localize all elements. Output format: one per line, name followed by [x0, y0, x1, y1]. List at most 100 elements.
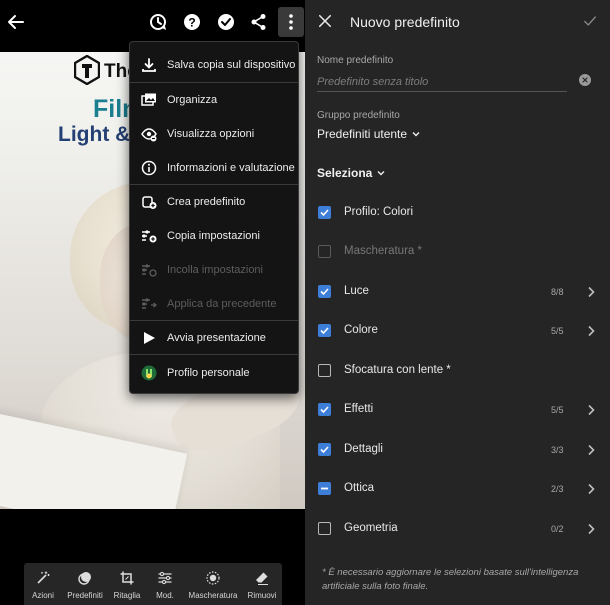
chevron-right-icon[interactable]: [586, 444, 596, 456]
photo-title-line2: Light &: [58, 123, 131, 146]
option-count: 5/5: [551, 405, 564, 415]
top-bar: ?: [0, 0, 305, 44]
chevron-right-icon[interactable]: [586, 286, 596, 298]
select-dropdown[interactable]: Seleziona: [317, 166, 385, 180]
copy-settings-icon: [140, 227, 158, 245]
menu-item-label: Copia impostazioni: [167, 230, 260, 242]
menu-item-paste-settings: Incolla impostazioni: [130, 253, 298, 287]
menu-item-copy-settings[interactable]: Copia impostazioni: [130, 219, 298, 253]
option-row-geometry[interactable]: Geometria 0/2: [305, 516, 610, 542]
menu-item-label: Organizza: [167, 94, 218, 106]
photo-editor-pane: ? The Filn Light & Salva copia sul dispo…: [0, 0, 305, 605]
option-count: 2/3: [551, 484, 564, 494]
option-label: Mascheratura *: [344, 245, 422, 257]
tool-crop[interactable]: Ritaglia: [112, 563, 142, 605]
share-icon[interactable]: [247, 10, 271, 34]
option-label: Luce: [344, 285, 369, 297]
menu-item-label: Applica da precedente: [167, 298, 277, 310]
menu-item-apply-previous: Applica da precedente: [130, 287, 298, 321]
clear-input-icon[interactable]: [579, 74, 591, 86]
option-row-light[interactable]: Luce 8/8: [305, 279, 610, 305]
chevron-right-icon[interactable]: [586, 325, 596, 337]
option-count: 0/2: [551, 524, 564, 534]
tool-masking[interactable]: Mascheratura: [188, 563, 238, 605]
menu-item-save-copy[interactable]: Salva copia sul dispositivo: [130, 48, 298, 82]
tool-presets[interactable]: Predefiniti: [66, 563, 104, 605]
help-icon[interactable]: ?: [180, 10, 204, 34]
menu-item-label: Crea predefinito: [167, 196, 246, 208]
apply-previous-icon: [140, 295, 158, 313]
option-row-profile[interactable]: Profilo: Colori: [305, 200, 610, 226]
panel-title: Nuovo predefinito: [350, 14, 460, 30]
create-preset-icon: [140, 193, 158, 211]
menu-item-slideshow[interactable]: Avvia presentazione: [130, 321, 298, 355]
checkbox-checked[interactable]: [318, 285, 331, 298]
done-check-icon[interactable]: [214, 10, 238, 34]
option-row-effects[interactable]: Effetti 5/5: [305, 397, 610, 423]
info-icon: [140, 159, 158, 177]
checkbox-disabled: [318, 245, 331, 258]
menu-item-label: Avvia presentazione: [167, 332, 266, 344]
tool-actions[interactable]: Azioni: [28, 563, 58, 605]
option-row-details[interactable]: Dettagli 3/3: [305, 437, 610, 463]
organize-icon: [140, 91, 158, 109]
option-label: Profilo: Colori: [344, 206, 414, 218]
preset-name-label: Nome predefinito: [317, 55, 394, 66]
option-count: 8/8: [551, 287, 564, 297]
eraser-icon: [254, 570, 270, 586]
masking-icon: [205, 570, 221, 586]
chevron-down-icon: [377, 171, 385, 176]
tool-label: Ritaglia: [113, 591, 141, 600]
option-row-masking: Mascheratura *: [305, 239, 610, 265]
menu-item-create-preset[interactable]: Crea predefinito: [130, 185, 298, 219]
checkbox-checked[interactable]: [318, 403, 331, 416]
magic-wand-icon: [35, 570, 51, 586]
tool-label: Rimuovi: [247, 591, 277, 600]
preset-name-input[interactable]: [317, 72, 567, 92]
checkbox-checked[interactable]: [318, 324, 331, 337]
menu-item-profile[interactable]: Profilo personale: [130, 356, 298, 390]
menu-item-organize[interactable]: Organizza: [130, 83, 298, 117]
menu-item-info-rating[interactable]: Informazioni e valutazione: [130, 151, 298, 185]
back-arrow-icon[interactable]: [4, 10, 28, 34]
menu-item-view-options[interactable]: Visualizza opzioni: [130, 117, 298, 151]
confirm-check-icon[interactable]: [580, 11, 600, 31]
chevron-right-icon[interactable]: [586, 404, 596, 416]
option-count: 3/3: [551, 445, 564, 455]
menu-divider: [130, 354, 298, 355]
checkbox-checked[interactable]: [318, 206, 331, 219]
more-options-menu: Salva copia sul dispositivo Organizza Vi…: [129, 41, 299, 394]
more-options-icon[interactable]: [278, 7, 304, 37]
tool-edit[interactable]: Mod.: [150, 563, 180, 605]
preset-group-value: Predefiniti utente: [317, 127, 408, 141]
paste-settings-icon: [140, 261, 158, 279]
menu-item-label: Profilo personale: [167, 367, 250, 379]
sliders-icon: [157, 570, 173, 586]
chevron-right-icon[interactable]: [586, 523, 596, 535]
presets-icon: [77, 570, 93, 586]
menu-item-label: Informazioni e valutazione: [167, 162, 295, 174]
option-row-color[interactable]: Colore 5/5: [305, 318, 610, 344]
option-label: Sfocatura con lente *: [344, 364, 451, 376]
checkbox-unchecked[interactable]: [318, 522, 331, 535]
option-row-lens-blur[interactable]: Sfocatura con lente *: [305, 358, 610, 384]
option-label: Effetti: [344, 403, 374, 415]
edit-toolbar: Azioni Predefiniti Ritaglia Mod. Mascher…: [24, 563, 282, 605]
option-count: 5/5: [551, 326, 564, 336]
new-preset-panel: Nuovo predefinito Nome predefinito Grupp…: [305, 0, 610, 605]
checkbox-partial[interactable]: [318, 482, 331, 495]
chevron-right-icon[interactable]: [586, 483, 596, 495]
play-icon: [140, 329, 158, 347]
tool-remove[interactable]: Rimuovi: [246, 563, 278, 605]
preset-group-label: Gruppo predefinito: [317, 110, 400, 121]
preset-group-dropdown[interactable]: Predefiniti utente: [317, 127, 420, 141]
checkbox-unchecked[interactable]: [318, 364, 331, 377]
close-icon[interactable]: [315, 11, 335, 31]
checkbox-checked[interactable]: [318, 443, 331, 456]
history-icon[interactable]: [146, 10, 170, 34]
option-label: Colore: [344, 324, 378, 336]
chevron-down-icon: [412, 132, 420, 137]
svg-text:?: ?: [188, 16, 195, 30]
tool-label: Predefiniti: [67, 591, 103, 600]
option-row-optics[interactable]: Ottica 2/3: [305, 476, 610, 502]
